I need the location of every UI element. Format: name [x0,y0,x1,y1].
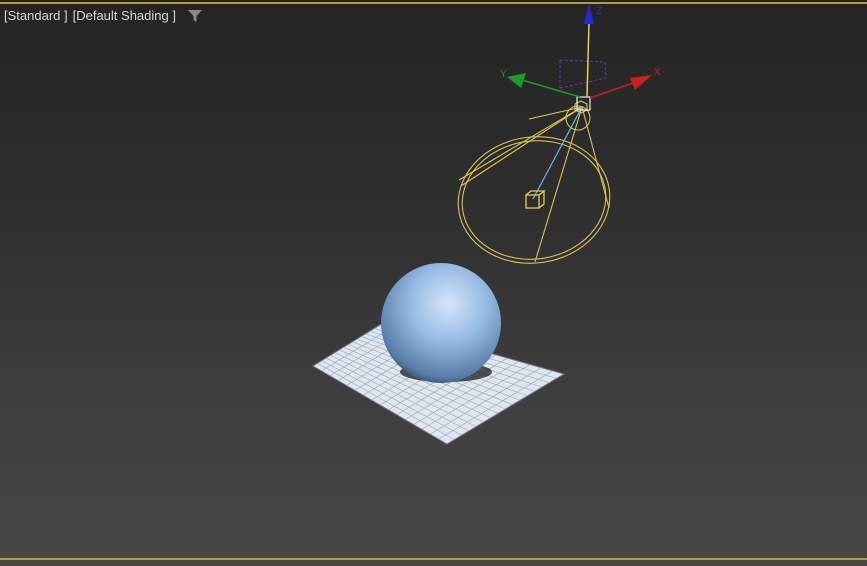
y-axis-label: Y [500,69,507,80]
scene-canvas[interactable]: X Y Z [0,0,867,566]
spotlight-target[interactable] [525,190,546,209]
z-axis-handle[interactable] [584,4,594,98]
transform-gizmo[interactable] [507,4,652,111]
x-axis-label: X [654,67,661,78]
viewport-perspective[interactable]: [Standard ] [Default Shading ] X Y Z [0,0,867,566]
sphere-object[interactable] [381,263,501,383]
spotlight-object[interactable] [450,100,618,273]
y-axis-handle[interactable] [507,73,581,98]
z-axis-label: Z [596,6,602,17]
x-axis-handle[interactable] [589,75,652,99]
spotlight-target-line [532,106,583,200]
